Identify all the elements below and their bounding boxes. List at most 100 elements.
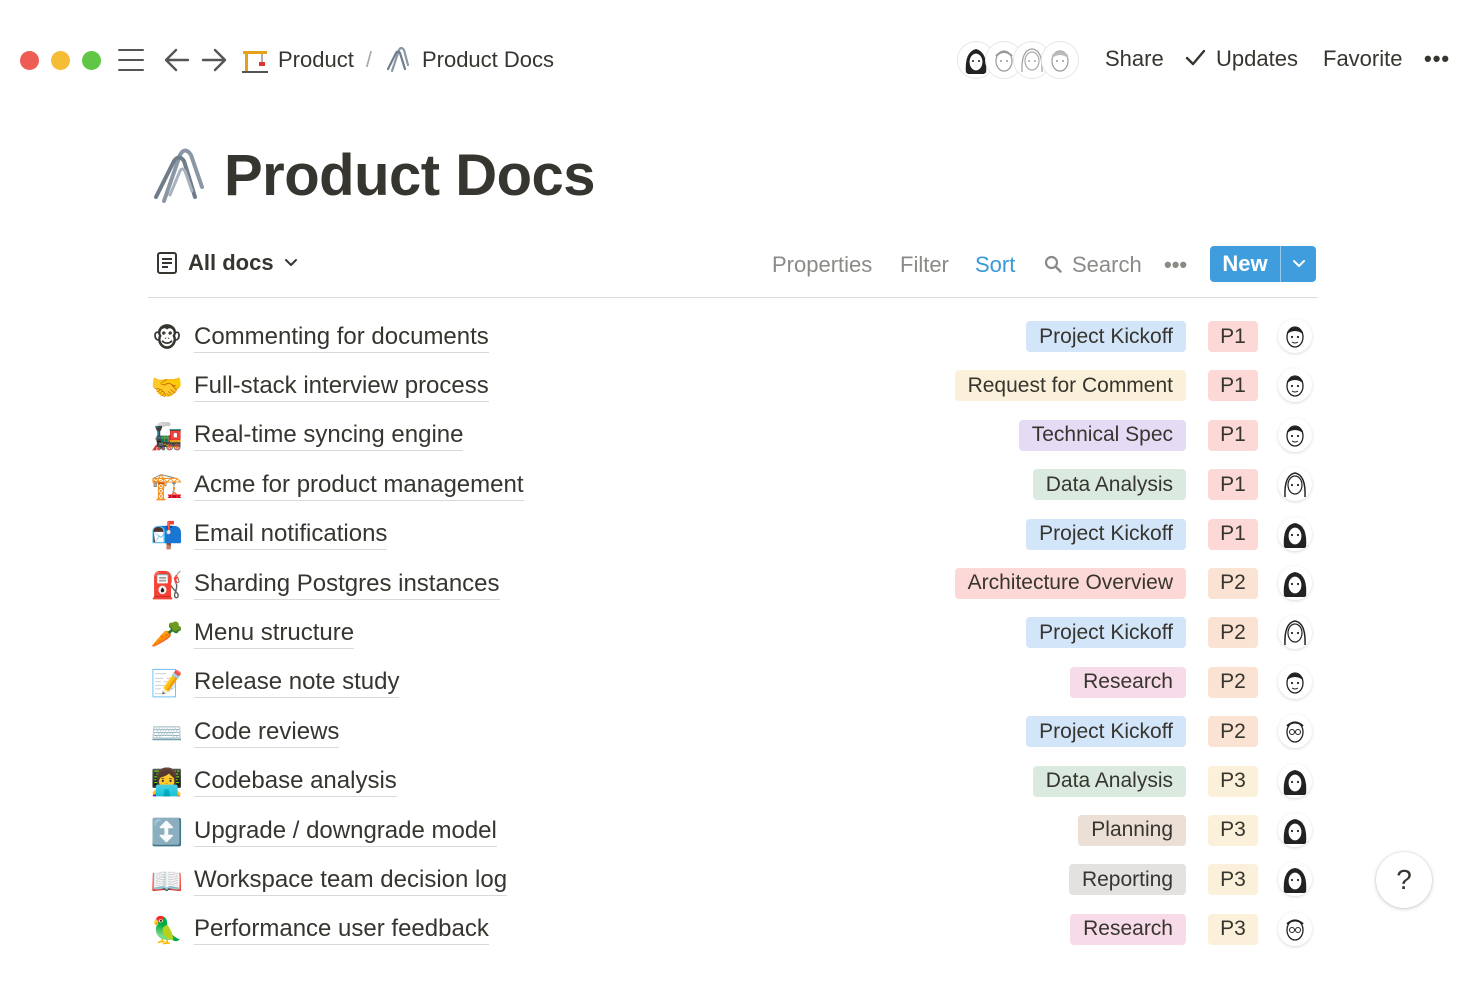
doc-row[interactable]: 🚂 Real-time syncing engine Technical Spec P… [150, 412, 1320, 461]
priority-tag: P1 [1208, 518, 1258, 550]
assignee-avatar[interactable] [1278, 319, 1312, 353]
doc-title[interactable]: Full-stack interview process [194, 372, 489, 403]
forward-arrow-icon[interactable] [199, 44, 229, 76]
collaborator-avatars[interactable] [958, 42, 1078, 78]
chevron-down-icon [284, 259, 297, 266]
doc-emoji-icon[interactable]: ↕️ [150, 815, 184, 849]
breadcrumb: Product / Product Docs [240, 40, 554, 80]
assignee-avatar[interactable] [1278, 368, 1312, 403]
doc-emoji-icon[interactable]: 🚂 [150, 419, 184, 453]
doc-row[interactable]: 🏗️ Acme for product management Data Analys… [150, 461, 1320, 510]
updates-label: Updates [1216, 46, 1298, 71]
doc-emoji-icon[interactable]: 👩‍💻 [150, 765, 184, 799]
assignee-avatar[interactable] [1278, 615, 1312, 650]
view-label: All docs [188, 250, 274, 275]
minimize-window-button[interactable] [51, 51, 70, 70]
assignee-avatar[interactable] [1278, 467, 1312, 502]
assignee-avatar[interactable] [1278, 911, 1312, 946]
construction-crane-icon [240, 45, 270, 75]
doc-title[interactable]: Sharding Postgres instances [194, 570, 500, 600]
doc-emoji-icon[interactable]: 🦜 [150, 913, 184, 947]
properties-button[interactable]: Properties [772, 252, 872, 278]
doc-title[interactable]: Performance user feedback [194, 915, 489, 946]
updates-button[interactable]: Updates [1184, 46, 1298, 72]
doc-emoji-icon[interactable]: 📬 [150, 518, 184, 552]
doc-row[interactable]: 🦜 Performance user feedback Research P3 [150, 906, 1320, 955]
more-options-icon[interactable]: ••• [1164, 252, 1187, 278]
doc-title[interactable]: Acme for product management [194, 471, 524, 501]
doc-emoji-icon[interactable]: 🐵 [150, 321, 184, 355]
doc-title[interactable]: Code reviews [194, 718, 340, 748]
doc-title[interactable]: Release note study [194, 668, 400, 699]
avatar[interactable] [1042, 42, 1078, 78]
doc-type-tag: Project Kickoff [1026, 617, 1186, 649]
assignee-avatar[interactable] [1278, 417, 1312, 452]
doc-row[interactable]: 📝 Release note study Research P2 [150, 659, 1320, 708]
doc-type-tag: Data Analysis [1032, 469, 1186, 501]
doc-row[interactable]: ⌨️ Code reviews Project Kickoff P2 [150, 708, 1320, 757]
doc-title[interactable]: Codebase analysis [194, 767, 397, 798]
doc-row[interactable]: ⛽ Sharding Postgres instances Architecture… [150, 560, 1320, 609]
assignee-avatar[interactable] [1278, 565, 1312, 600]
sort-button[interactable]: Sort [975, 252, 1015, 278]
doc-title[interactable]: Real-time syncing engine [194, 421, 464, 452]
doc-row[interactable]: 🤝 Full-stack interview process Request for… [150, 362, 1320, 411]
top-bar: Product / Product Docs Share Updates Fav… [0, 0, 1480, 120]
new-button[interactable]: New [1210, 246, 1280, 282]
close-window-button[interactable] [20, 51, 39, 70]
doc-row[interactable]: 🐵 Commenting for documents Project Kickoff… [150, 313, 1320, 362]
priority-tag: P2 [1208, 666, 1258, 698]
doc-emoji-icon[interactable]: ⌨️ [150, 716, 184, 750]
priority-tag: P2 [1208, 567, 1258, 599]
priority-tag: P2 [1208, 716, 1258, 748]
doc-emoji-icon[interactable]: 🤝 [150, 370, 184, 404]
doc-title[interactable]: Menu structure [194, 619, 355, 650]
doc-emoji-icon[interactable]: 📖 [150, 864, 184, 898]
page-title[interactable]: Product Docs [224, 142, 596, 209]
back-arrow-icon[interactable] [162, 44, 192, 76]
doc-row[interactable]: 📖 Workspace team decision log Reporting P3 [150, 856, 1320, 905]
doc-row[interactable]: 🥕 Menu structure Project Kickoff P2 [150, 609, 1320, 658]
zoom-window-button[interactable] [82, 51, 101, 70]
assignee-avatar[interactable] [1278, 714, 1312, 749]
doc-emoji-icon[interactable]: 🥕 [150, 617, 184, 651]
priority-tag: P1 [1208, 370, 1258, 402]
new-dropdown-button[interactable] [1280, 246, 1316, 282]
assignee-avatar[interactable] [1278, 812, 1312, 847]
page-header: Product Docs [150, 142, 596, 209]
doc-type-tag: Project Kickoff [1026, 716, 1186, 748]
priority-tag: P3 [1208, 864, 1258, 896]
doc-type-tag: Planning [1078, 814, 1186, 846]
assignee-avatar[interactable] [1278, 862, 1312, 897]
more-options-icon[interactable]: ••• [1424, 46, 1450, 72]
view-selector[interactable]: All docs [156, 250, 298, 276]
assignee-avatar[interactable] [1278, 664, 1312, 699]
doc-title[interactable]: Workspace team decision log [194, 866, 508, 896]
doc-title[interactable]: Commenting for documents [194, 323, 489, 353]
doc-row[interactable]: ↕️ Upgrade / downgrade model Planning P3 [150, 807, 1320, 856]
search-button[interactable]: Search [1044, 252, 1142, 278]
breadcrumb-separator: / [365, 47, 372, 72]
doc-title[interactable]: Upgrade / downgrade model [194, 817, 497, 847]
breadcrumb-item-product[interactable]: Product [240, 45, 354, 75]
share-button[interactable]: Share [1105, 46, 1164, 72]
doc-row[interactable]: 📬 Email notifications Project Kickoff P1 [150, 511, 1320, 560]
document-icon [157, 252, 177, 274]
doc-type-tag: Reporting [1068, 864, 1186, 896]
favorite-button[interactable]: Favorite [1323, 46, 1402, 72]
priority-tag: P3 [1208, 913, 1258, 945]
doc-emoji-icon[interactable]: ⛽ [150, 568, 184, 602]
checkmark-icon [1185, 49, 1206, 66]
filter-button[interactable]: Filter [900, 252, 949, 278]
sidebar-toggle-icon[interactable] [118, 49, 144, 71]
doc-emoji-icon[interactable]: 🏗️ [150, 469, 184, 503]
doc-emoji-icon[interactable]: 📝 [150, 666, 184, 700]
assignee-avatar[interactable] [1278, 516, 1312, 551]
paperclips-icon[interactable] [150, 145, 212, 207]
doc-title[interactable]: Email notifications [194, 520, 388, 551]
help-button[interactable]: ? [1376, 852, 1432, 908]
assignee-avatar[interactable] [1278, 763, 1312, 798]
priority-tag: P1 [1208, 419, 1258, 451]
breadcrumb-item-product-docs[interactable]: Product Docs [384, 45, 554, 75]
doc-row[interactable]: 👩‍💻 Codebase analysis Data Analysis P3 [150, 758, 1320, 807]
